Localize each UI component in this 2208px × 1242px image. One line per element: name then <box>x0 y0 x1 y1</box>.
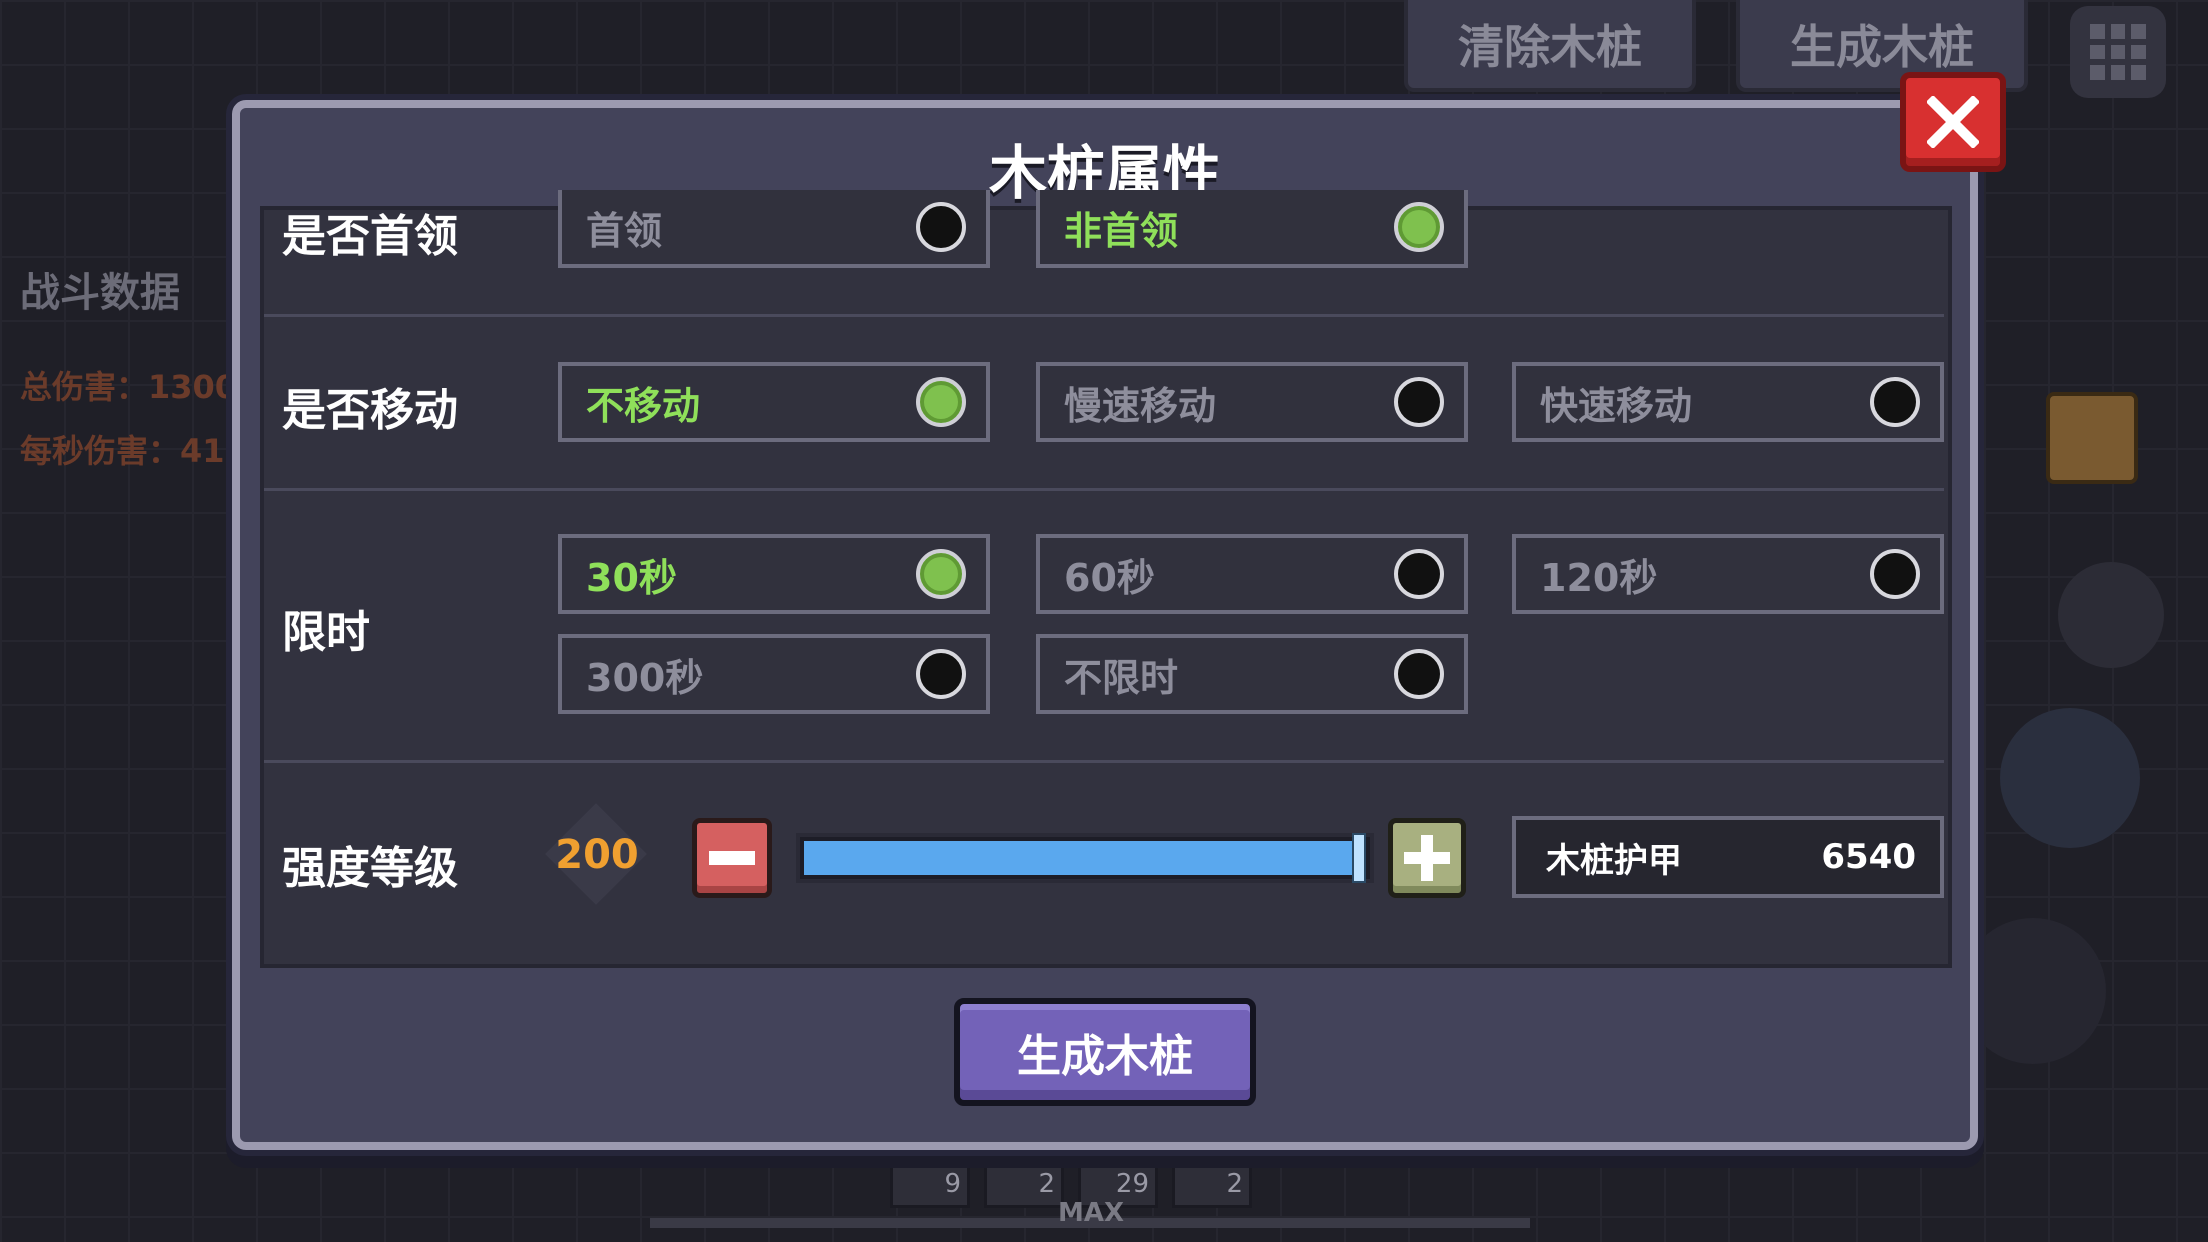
armor-display: 木桩护甲 6540 <box>1512 816 1944 898</box>
radio-icon <box>916 377 966 427</box>
radio-icon <box>916 202 966 252</box>
row-divider <box>264 314 1944 317</box>
increase-level-button[interactable] <box>1388 818 1466 898</box>
chest-icon[interactable] <box>2046 392 2138 484</box>
option-120s[interactable]: 120秒 <box>1512 534 1944 614</box>
battle-stats-panel: 战斗数据 总伤害：1300 每秒伤害：41 <box>20 260 237 472</box>
radio-icon <box>1394 202 1444 252</box>
radio-icon <box>1394 377 1444 427</box>
radio-icon <box>916 649 966 699</box>
option-non-boss[interactable]: 非首领 <box>1036 190 1468 268</box>
max-label: MAX <box>1058 1198 1125 1228</box>
option-label: 300秒 <box>586 655 704 700</box>
option-no-limit[interactable]: 不限时 <box>1036 634 1468 714</box>
battle-stats-title: 战斗数据 <box>20 270 180 316</box>
armor-label: 木桩护甲 <box>1546 840 1682 881</box>
option-fast-move[interactable]: 快速移动 <box>1512 362 1944 442</box>
move-row-label: 是否移动 <box>282 385 458 436</box>
option-label: 30秒 <box>586 555 677 600</box>
item-slot[interactable]: 2 <box>984 1160 1064 1208</box>
armor-value: 6540 <box>1821 837 1916 877</box>
total-damage-text: 总伤害：1300 <box>20 368 238 406</box>
row-divider <box>264 760 1944 763</box>
time-row-label: 限时 <box>282 607 370 658</box>
option-slow-move[interactable]: 慢速移动 <box>1036 362 1468 442</box>
plus-icon <box>1404 835 1450 881</box>
radio-icon <box>1394 649 1444 699</box>
radio-icon <box>1870 377 1920 427</box>
clear-stakes-button[interactable]: 清除木桩 <box>1404 0 1696 92</box>
option-label: 快速移动 <box>1540 383 1693 428</box>
row-divider <box>264 488 1944 491</box>
strength-level-value: 200 <box>555 832 639 878</box>
ability-icon[interactable] <box>2000 708 2140 848</box>
option-label: 慢速移动 <box>1064 383 1217 428</box>
minus-icon <box>709 851 755 865</box>
item-slot[interactable]: 2 <box>1172 1160 1252 1208</box>
weapon-icon[interactable] <box>1960 918 2106 1064</box>
slider-fill <box>804 841 1352 875</box>
decrease-level-button[interactable] <box>692 818 772 898</box>
radio-icon <box>1870 549 1920 599</box>
skill-icon[interactable] <box>2058 562 2164 668</box>
strength-slider[interactable] <box>796 833 1374 883</box>
option-label: 不移动 <box>586 383 701 428</box>
option-label: 非首领 <box>1064 208 1179 253</box>
slider-thumb[interactable] <box>1352 833 1366 883</box>
option-no-move[interactable]: 不移动 <box>558 362 990 442</box>
option-label: 首领 <box>586 208 663 253</box>
radio-icon <box>1394 549 1444 599</box>
strength-row-label: 强度等级 <box>282 843 458 894</box>
option-label: 60秒 <box>1064 555 1155 600</box>
item-slot[interactable]: 9 <box>890 1160 970 1208</box>
dps-text: 每秒伤害：41 <box>20 432 225 470</box>
option-label: 不限时 <box>1064 655 1179 700</box>
grid-menu-icon[interactable] <box>2070 6 2166 98</box>
option-label: 120秒 <box>1540 555 1658 600</box>
option-60s[interactable]: 60秒 <box>1036 534 1468 614</box>
spawn-stake-button[interactable]: 生成木桩 <box>954 998 1256 1106</box>
option-300s[interactable]: 300秒 <box>558 634 990 714</box>
option-boss[interactable]: 首领 <box>558 190 990 268</box>
close-x-icon[interactable] <box>1900 72 2006 172</box>
boss-row-label: 是否首领 <box>282 211 458 262</box>
option-30s[interactable]: 30秒 <box>558 534 990 614</box>
radio-icon <box>916 549 966 599</box>
